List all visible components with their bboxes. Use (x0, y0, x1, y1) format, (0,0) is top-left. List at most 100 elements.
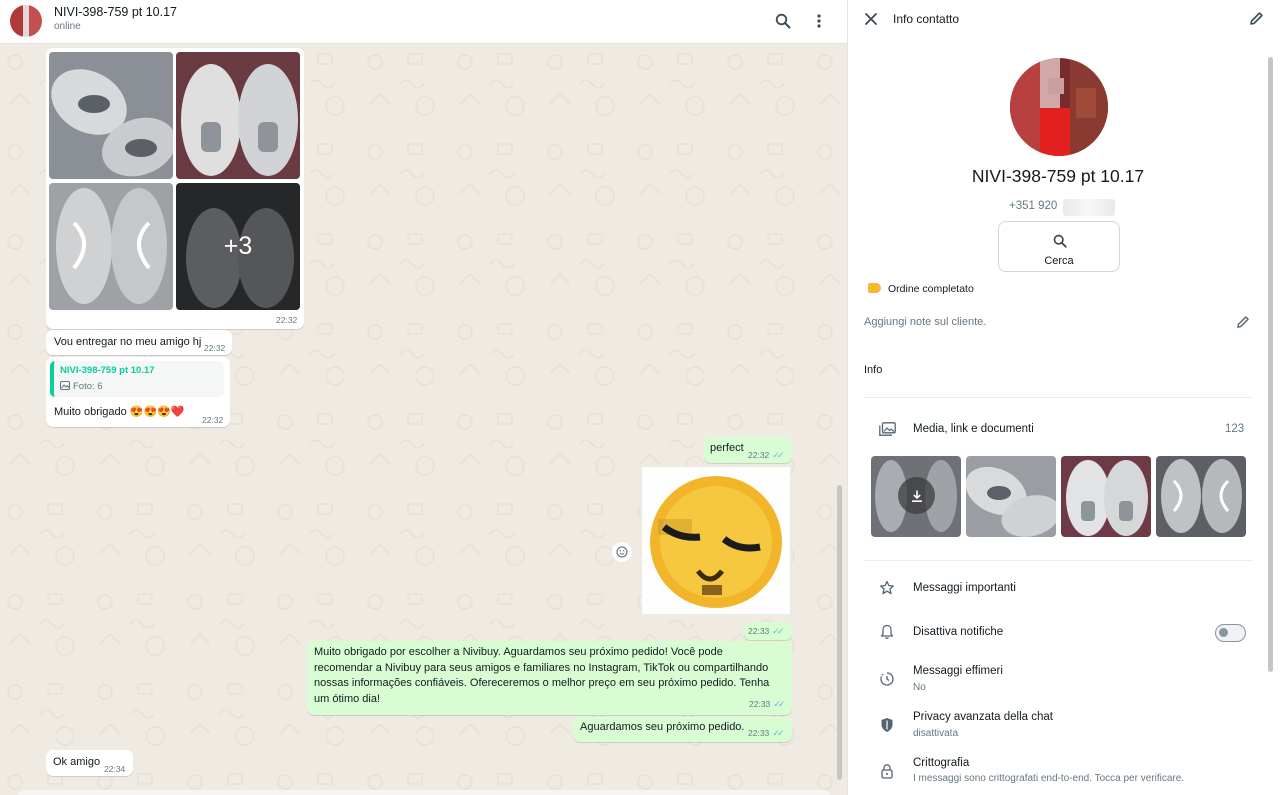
message-meta: 22:32 ✓✓ (748, 450, 784, 461)
outgoing-message[interactable]: Aguardamos seu próximo pedido. 22:33 ✓✓ (573, 717, 792, 742)
notes-field[interactable]: Aggiungi note sul cliente. (864, 316, 986, 328)
message-meta: 22:33 ✓✓ (749, 699, 785, 710)
message-text: Vou entregar no meu amigo hj (54, 336, 202, 348)
album-photo-2[interactable] (176, 52, 300, 179)
profile-picture[interactable] (1010, 58, 1108, 156)
media-thumbnail[interactable] (1156, 456, 1246, 537)
reply-message[interactable]: NIVI-398-759 pt 10.17 Foto: 6 Muito obri… (46, 357, 230, 427)
star-icon (878, 579, 896, 597)
message-time: 22:33 (748, 626, 770, 636)
download-icon (911, 490, 922, 502)
mute-notifications[interactable]: Disattiva notifiche (913, 626, 1003, 638)
edit-icon (1250, 12, 1263, 25)
message-time: 22:32 (276, 315, 298, 325)
divider (864, 560, 1253, 561)
read-ticks-icon: ✓✓ (773, 699, 785, 709)
quoted-content: Foto: 6 (60, 381, 103, 392)
edit-contact-button[interactable] (1249, 11, 1265, 27)
message-time: 22:32 (204, 343, 226, 353)
contact-info-pane: Info contatto NIVI-398-759 pt 10.17 +351… (847, 0, 1280, 795)
section-info-label: Info (864, 364, 883, 376)
react-button[interactable] (612, 542, 632, 562)
chat-pane: NIVI-398-759 pt 10.17 online +3 22:32 Vo… (0, 0, 847, 795)
chat-scrollbar[interactable] (837, 485, 842, 780)
ephemeral-messages[interactable]: Messaggi effimeri (913, 665, 1003, 677)
search-button[interactable] (772, 10, 794, 32)
search-icon (1053, 234, 1067, 248)
album-photo-1[interactable] (49, 52, 173, 179)
quoted-sender: NIVI-398-759 pt 10.17 (60, 365, 155, 376)
more-photos-count: +3 (176, 183, 300, 310)
close-icon (865, 13, 877, 25)
edit-notes-button[interactable] (1236, 315, 1252, 331)
message-text: Aguardamos seu próximo pedido. (580, 721, 745, 733)
album-message[interactable]: +3 22:32 (46, 48, 304, 329)
message-meta: 22:33 ✓✓ (748, 626, 784, 637)
close-button[interactable] (864, 12, 880, 28)
info-scrollbar[interactable] (1268, 57, 1273, 672)
message-meta: 22:33 ✓✓ (748, 728, 784, 739)
message-time: 22:32 (202, 415, 224, 425)
contact-avatar[interactable] (10, 5, 42, 37)
search-in-chat-button[interactable]: Cerca (998, 221, 1120, 272)
advanced-privacy[interactable]: Privacy avanzata della chat (913, 711, 1053, 723)
album-photo-3[interactable] (49, 183, 173, 310)
emoji-icon (616, 546, 628, 558)
outgoing-message[interactable]: Muito obrigado por escolher a Nivibuy. A… (307, 641, 792, 715)
incoming-message[interactable]: Vou entregar no meu amigo hj 22:32 (46, 330, 232, 355)
mute-toggle[interactable] (1215, 624, 1246, 642)
contact-name[interactable]: NIVI-398-759 pt 10.17 (54, 5, 177, 19)
message-text: perfect (710, 442, 744, 454)
gallery-icon (878, 420, 896, 438)
media-count[interactable]: 123 (1225, 423, 1244, 435)
message-time: 22:32 (748, 450, 770, 460)
message-composer[interactable] (18, 790, 830, 795)
lock-icon (878, 762, 896, 780)
media-row-title[interactable]: Media, link e documenti (913, 423, 1034, 435)
label-icon (868, 283, 881, 293)
chat-header[interactable]: NIVI-398-759 pt 10.17 online (0, 0, 847, 44)
photo-icon (60, 381, 70, 390)
read-ticks-icon: ✓✓ (772, 626, 784, 636)
shield-icon (878, 716, 896, 734)
encryption-description: I messaggi sono crittografati end-to-end… (913, 773, 1185, 784)
privacy-status: disattivata (913, 728, 959, 739)
message-time: 22:33 (749, 699, 771, 709)
search-icon (775, 13, 791, 29)
profile-phone: +351 920 (1009, 200, 1058, 212)
ephemeral-status: No (913, 682, 926, 693)
download-button[interactable] (898, 477, 935, 514)
media-thumbnail[interactable] (1061, 456, 1151, 537)
read-ticks-icon: ✓✓ (772, 450, 784, 460)
message-text: Muito obrigado por escolher a Nivibuy. A… (314, 646, 770, 705)
menu-button[interactable] (808, 10, 830, 32)
contact-status: online (54, 21, 81, 32)
menu-icon (817, 14, 821, 28)
outgoing-message[interactable]: perfect 22:32 ✓✓ (704, 437, 792, 463)
encryption[interactable]: Crittografia (913, 757, 969, 769)
sticker-time-badge: 22:33 ✓✓ (744, 622, 792, 640)
sticker-message[interactable] (642, 467, 790, 614)
phone-redaction (1063, 199, 1115, 216)
profile-name: NIVI-398-759 pt 10.17 (971, 166, 1145, 186)
label-tag[interactable]: Ordine completato (888, 283, 974, 295)
edit-icon (1237, 316, 1249, 328)
media-thumbnail[interactable] (871, 456, 961, 537)
read-ticks-icon: ✓✓ (772, 728, 784, 738)
message-time: 22:34 (104, 764, 126, 774)
bell-icon (878, 623, 896, 641)
info-title: Info contatto (893, 12, 960, 26)
message-time: 22:33 (748, 728, 770, 738)
starred-messages[interactable]: Messaggi importanti (913, 582, 1016, 594)
quoted-message[interactable]: NIVI-398-759 pt 10.17 Foto: 6 (50, 361, 224, 397)
album-photo-more[interactable]: +3 (176, 183, 300, 310)
toggle-knob (1219, 628, 1228, 637)
message-text: Ok amigo (53, 756, 101, 768)
search-button-label: Cerca (1044, 255, 1074, 267)
message-text: Muito obrigado 😍😍😍❤️ (54, 406, 185, 418)
quoted-label: Foto: 6 (73, 381, 103, 392)
divider (864, 397, 1253, 398)
timer-icon (878, 670, 896, 688)
incoming-message[interactable]: Ok amigo 22:34 (46, 750, 133, 776)
media-thumbnail[interactable] (966, 456, 1056, 537)
